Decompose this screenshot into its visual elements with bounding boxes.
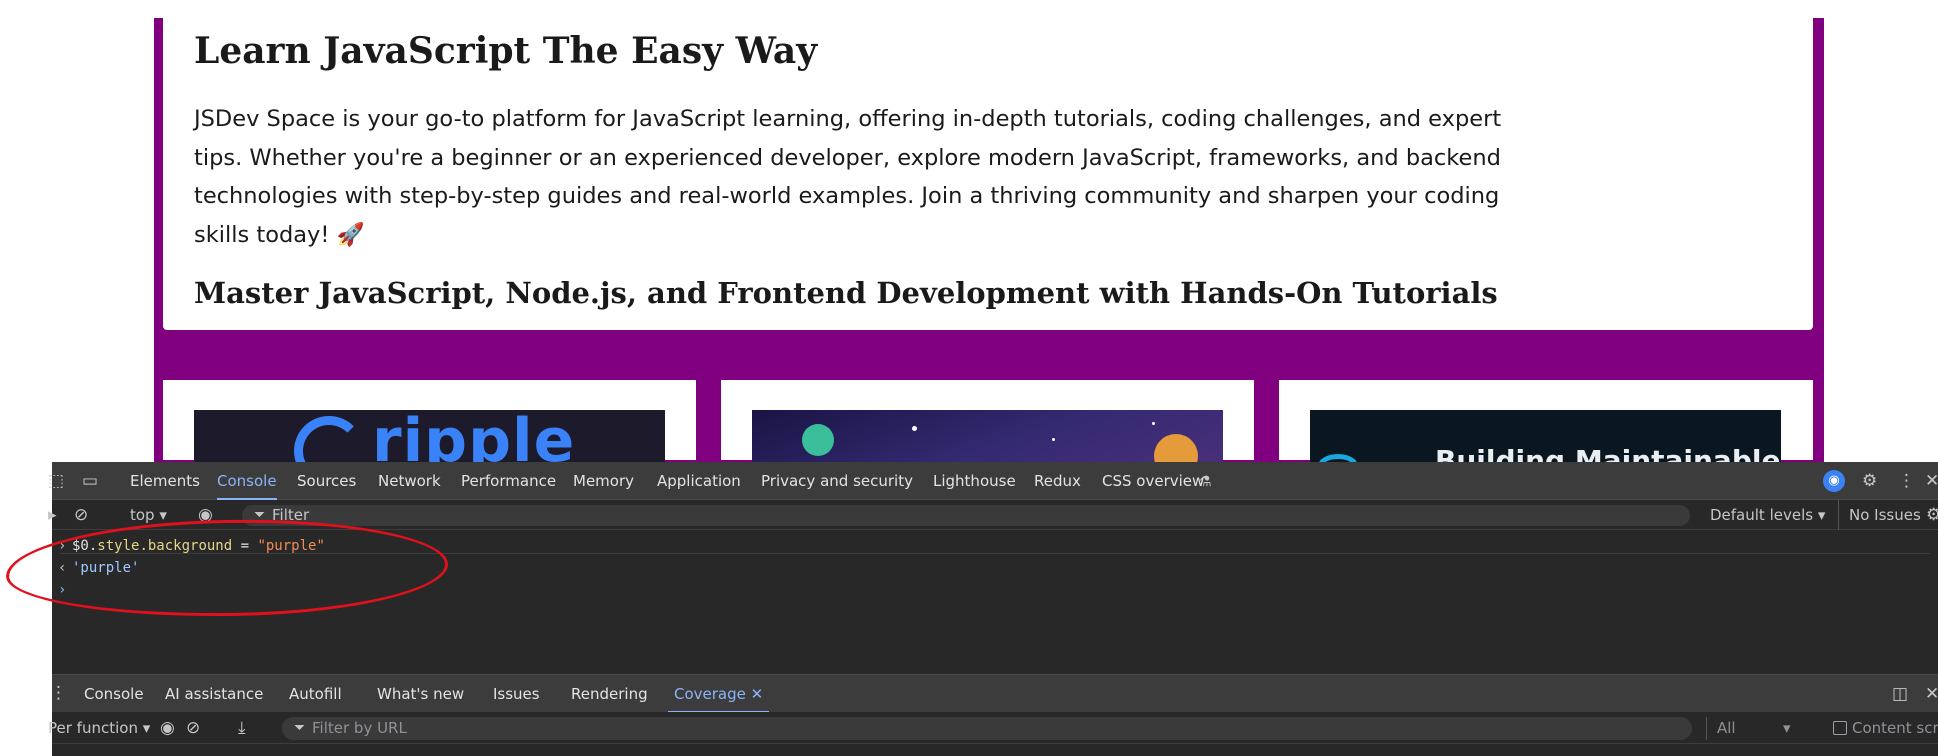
drawer-tabbar: ⋮ Console AI assistance Autofill What's … <box>50 674 1938 713</box>
clear-icon[interactable]: ⊘ <box>186 718 200 738</box>
context-select-label: top <box>130 506 155 524</box>
tab-application[interactable]: Application <box>657 462 741 500</box>
close-icon[interactable]: ✕ <box>1925 471 1938 491</box>
space-article-image[interactable] <box>752 410 1223 470</box>
content-scripts-checkbox[interactable] <box>1833 721 1847 735</box>
log-levels-label: Default levels <box>1710 506 1814 524</box>
coverage-mode-select[interactable]: Per function ▾ <box>48 713 150 743</box>
planet-icon <box>802 424 834 456</box>
filter-input[interactable]: ⏷ Filter <box>242 505 1690 526</box>
tab-redux[interactable]: Redux <box>1034 462 1081 500</box>
close-tab-icon[interactable]: ✕ <box>751 685 764 703</box>
record-icon[interactable]: ◉ <box>160 718 175 738</box>
devtools-main-tabbar: ⬚ ▭ Elements Console Sources Network Per… <box>48 462 1938 500</box>
drawer-tab-coverage-label: Coverage <box>674 685 746 703</box>
tab-css-overview[interactable]: CSS overview <box>1102 462 1204 500</box>
filter-icon: ⏷ <box>294 720 306 736</box>
tab-elements[interactable]: Elements <box>130 462 200 500</box>
sidebar-toggle-icon[interactable]: ▸ <box>48 505 57 525</box>
clear-console-icon[interactable]: ⊘ <box>74 505 88 525</box>
device-toolbar-icon[interactable]: ▭ <box>82 471 98 491</box>
tab-console[interactable]: Console <box>217 462 277 500</box>
tab-sources[interactable]: Sources <box>297 462 356 500</box>
drawer-tab-console[interactable]: Console <box>84 675 144 713</box>
type-filter-select[interactable]: All ▾ <box>1706 717 1802 740</box>
tab-memory[interactable]: Memory <box>573 462 634 500</box>
drawer-tab-whats-new[interactable]: What's new <box>377 675 464 713</box>
url-filter-placeholder: Filter by URL <box>312 719 407 737</box>
star-icon <box>912 426 917 431</box>
extension-badge-icon[interactable]: ◉ <box>1823 470 1845 492</box>
drawer-tab-rendering[interactable]: Rendering <box>571 675 648 713</box>
page-subtitle: Master JavaScript, Node.js, and Frontend… <box>194 276 1498 310</box>
filter-by-url-input[interactable]: ⏷ Filter by URL <box>282 717 1692 740</box>
page-title: Learn JavaScript The Easy Way <box>194 30 818 72</box>
inspect-icon[interactable]: ⬚ <box>48 471 64 491</box>
chevron-down-icon: ▾ <box>1783 719 1791 737</box>
page-description: JSDev Space is your go-to platform for J… <box>194 106 1502 248</box>
coverage-mode-label: Per function <box>48 719 138 737</box>
export-icon[interactable]: ⤓ <box>238 718 246 738</box>
screenshot-viewport: Learn JavaScript The Easy Way JSDev Spac… <box>0 0 1938 756</box>
log-levels-select[interactable]: Default levels ▾ <box>1710 500 1825 530</box>
issues-button[interactable]: No Issues <box>1838 500 1921 530</box>
star-icon <box>1152 422 1155 425</box>
type-filter-label: All <box>1717 719 1736 737</box>
devtools-panel: ⬚ ▭ Elements Console Sources Network Per… <box>48 462 1938 756</box>
kebab-menu-icon[interactable]: ⋮ <box>1898 471 1915 491</box>
drawer-tab-ai-assistance[interactable]: AI assistance <box>165 675 263 713</box>
flask-icon: ⚗ <box>1199 474 1212 490</box>
gear-icon[interactable]: ⚙ <box>1862 471 1877 491</box>
drawer-tab-issues[interactable]: Issues <box>493 675 540 713</box>
build-article-image[interactable]: Building Maintainable <box>1310 410 1781 470</box>
star-icon <box>1052 438 1055 441</box>
dock-side-icon[interactable]: ◫ <box>1892 684 1908 704</box>
drawer-menu-icon[interactable]: ⋮ <box>50 683 67 703</box>
drawer-tab-coverage[interactable]: Coverage ✕ <box>668 675 770 713</box>
tab-lighthouse[interactable]: Lighthouse <box>933 462 1016 500</box>
console-settings-icon[interactable]: ⚙ <box>1926 505 1938 525</box>
ripple-logo-text: ripple <box>372 410 576 470</box>
tab-network[interactable]: Network <box>378 462 441 500</box>
close-drawer-icon[interactable]: ✕ <box>1925 684 1938 704</box>
coverage-toolbar: Per function ▾ ◉ ⊘ ⤓ ⏷ Filter by URL All… <box>48 712 1938 744</box>
tab-privacy-security[interactable]: Privacy and security <box>761 462 913 500</box>
tab-performance[interactable]: Performance <box>461 462 556 500</box>
ripple-article-image[interactable]: ripple <box>194 410 665 470</box>
content-scripts-label: Content scrip <box>1852 719 1938 737</box>
drawer-tab-autofill[interactable]: Autofill <box>289 675 342 713</box>
